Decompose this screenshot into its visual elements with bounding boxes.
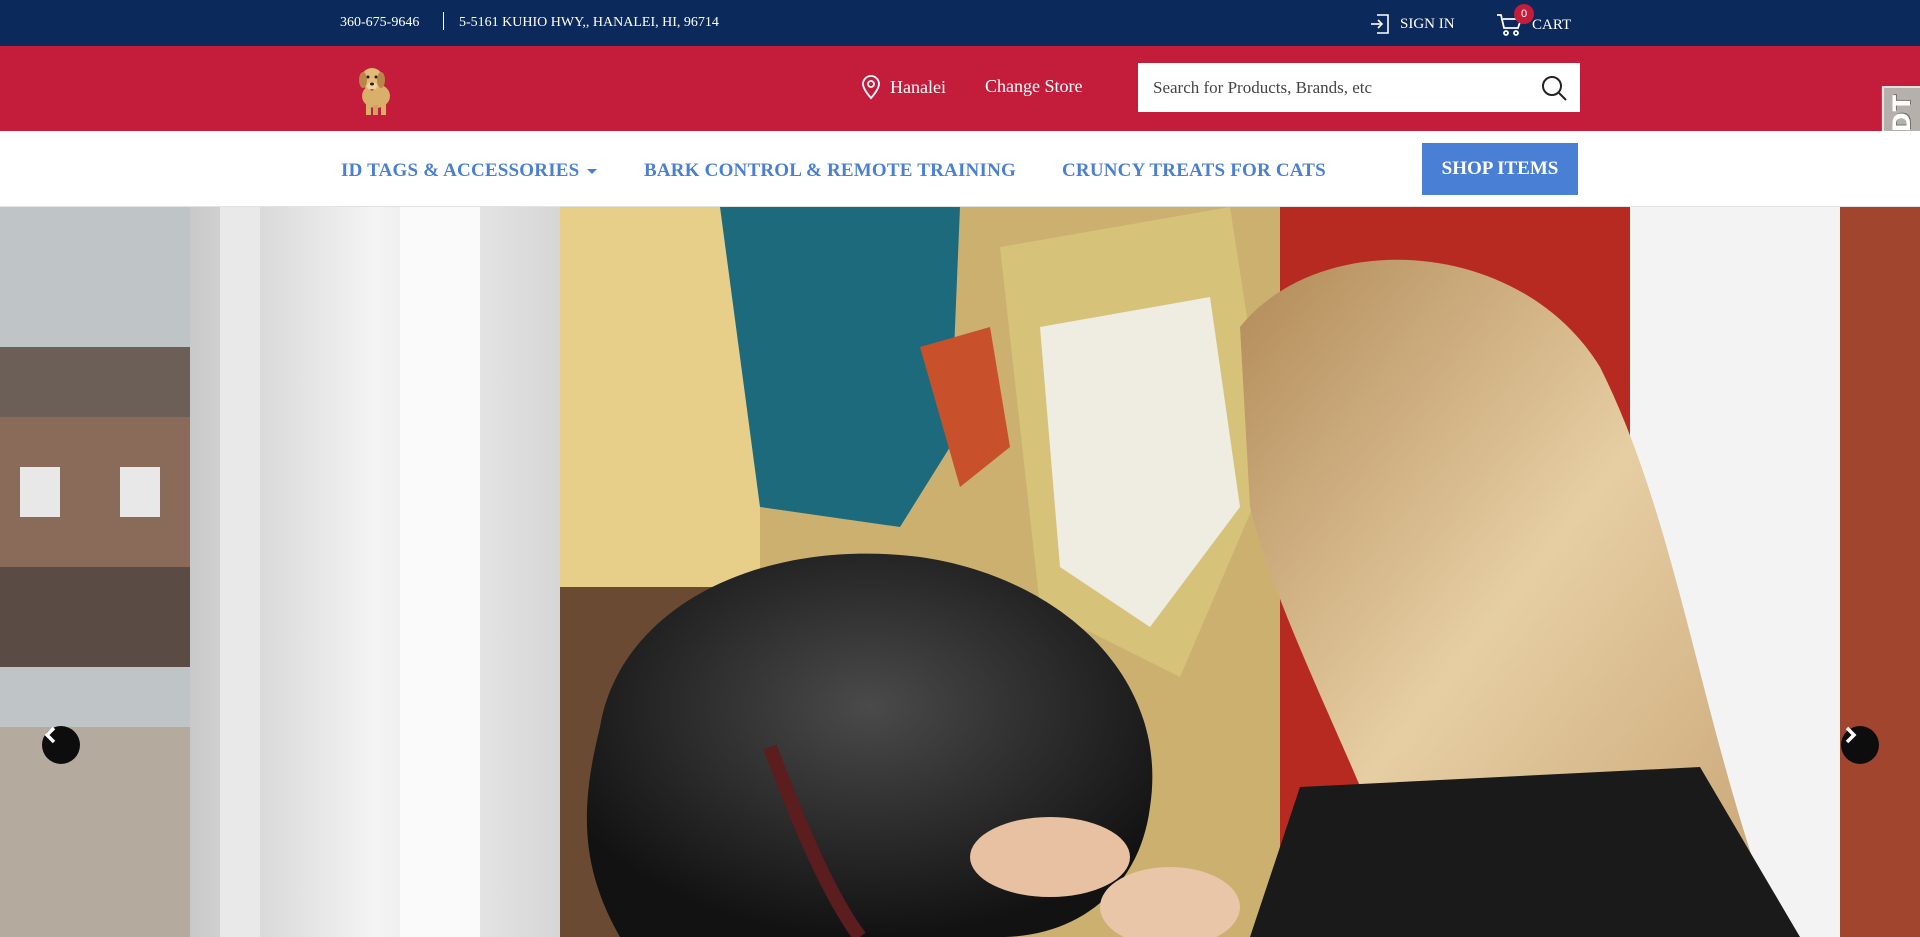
hero-image — [0, 207, 1920, 937]
cart-label: CART — [1532, 16, 1572, 33]
sign-in-link[interactable]: SIGN IN — [1368, 12, 1455, 36]
top-info-bar: 360-675-9646 5-5161 KUHIO HWY,, HANALEI,… — [0, 0, 1920, 46]
store-name: Hanalei — [890, 76, 946, 97]
category-nav: ID TAGS & ACCESSORIES BARK CONTROL & REM… — [0, 131, 1920, 207]
search-box — [1138, 63, 1580, 112]
caret-down-icon — [587, 169, 598, 175]
dog-logo-icon[interactable] — [350, 62, 400, 116]
divider — [443, 12, 444, 30]
sign-in-label: SIGN IN — [1400, 15, 1455, 32]
nav-item-label: BARK CONTROL & REMOTE TRAINING — [644, 160, 1016, 181]
nav-item-label: CRUNCY TREATS FOR CATS — [1062, 160, 1326, 181]
location-pin-icon — [862, 75, 880, 100]
main-header: Hanalei Change Store DDT — [0, 46, 1920, 180]
cart-icon-wrap: 0 — [1496, 4, 1534, 38]
chevron-right-icon — [1845, 726, 1857, 744]
change-store-link[interactable]: Change Store — [985, 76, 1082, 97]
cart-count-badge: 0 — [1514, 4, 1534, 24]
sign-in-icon — [1371, 14, 1389, 34]
carousel-prev-button[interactable] — [42, 726, 80, 764]
search-icon[interactable] — [1540, 74, 1568, 102]
shop-items-button[interactable]: SHOP ITEMS — [1422, 143, 1578, 195]
nav-item-label: ID TAGS & ACCESSORIES — [341, 160, 580, 181]
carousel-next-button[interactable] — [1841, 726, 1879, 764]
search-input[interactable] — [1138, 63, 1518, 112]
nav-item-id-tags[interactable]: ID TAGS & ACCESSORIES — [341, 160, 598, 182]
current-store: Hanalei — [860, 74, 946, 100]
nav-item-bark-control[interactable]: BARK CONTROL & REMOTE TRAINING — [644, 160, 1016, 182]
store-address: 5-5161 KUHIO HWY,, HANALEI, HI, 96714 — [459, 15, 719, 30]
hero-carousel — [0, 207, 1920, 937]
chevron-left-icon — [44, 726, 56, 744]
nav-item-cat-treats[interactable]: CRUNCY TREATS FOR CATS — [1062, 160, 1326, 182]
cart-link[interactable]: 0 CART — [1496, 4, 1572, 38]
store-phone[interactable]: 360-675-9646 — [340, 15, 419, 31]
